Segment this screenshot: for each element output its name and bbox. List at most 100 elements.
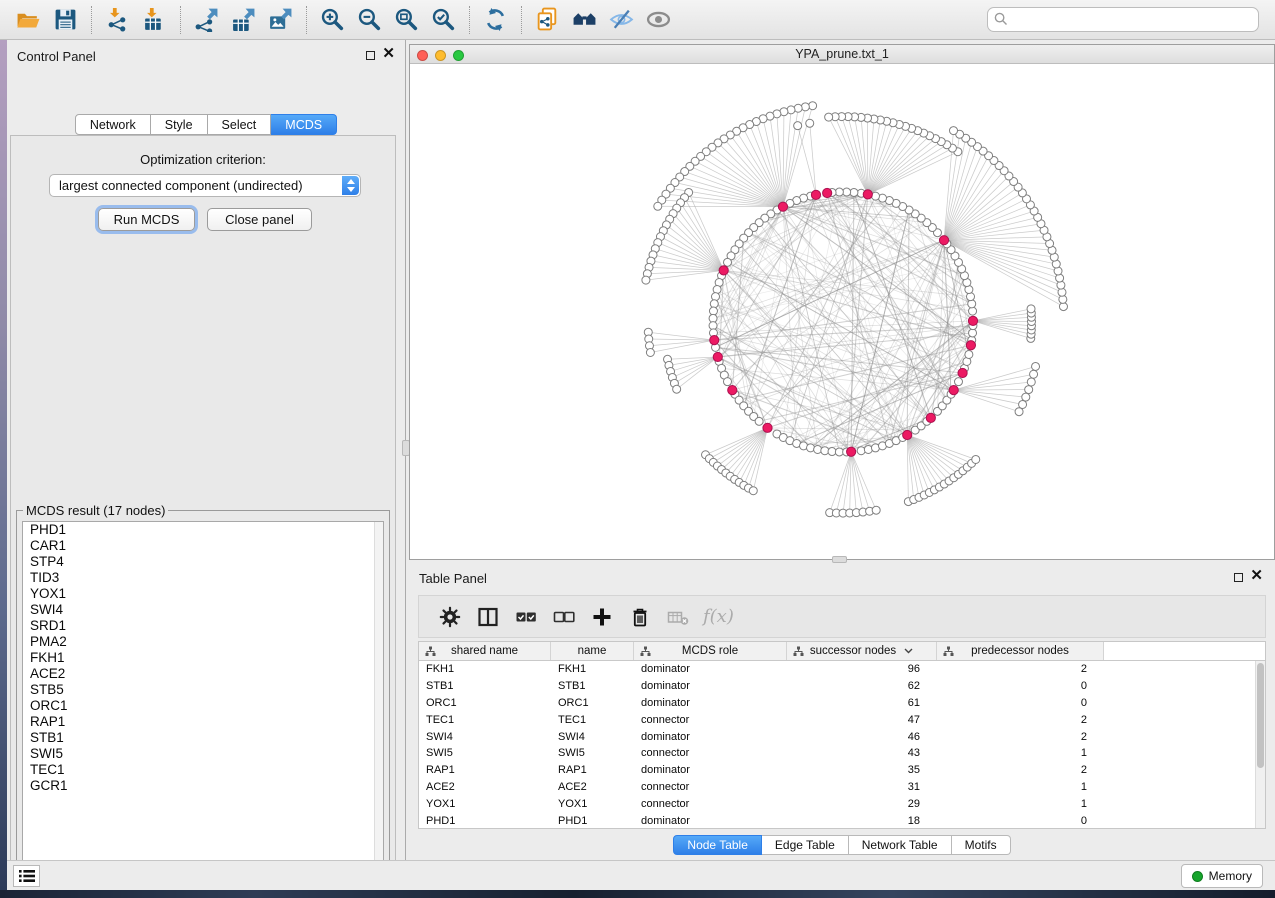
table-row[interactable]: STB1STB1dominator620 [419, 678, 1265, 695]
table-row[interactable]: SWI5SWI5connector431 [419, 745, 1265, 762]
mcds-result-item[interactable]: STB1 [23, 730, 383, 746]
mcds-node[interactable] [823, 188, 832, 197]
mcds-result-item[interactable]: ORC1 [23, 698, 383, 714]
tab-edge-table[interactable]: Edge Table [762, 835, 849, 855]
column-header-name[interactable]: name [551, 642, 634, 660]
table-scrollbar[interactable] [1255, 661, 1265, 828]
mcds-node[interactable] [958, 368, 967, 377]
cell: SWI4 [419, 728, 551, 745]
table-row[interactable]: ORC1ORC1dominator610 [419, 695, 1265, 712]
open-file-icon[interactable] [10, 4, 47, 36]
import-table-icon[interactable] [136, 4, 173, 36]
mcds-result-item[interactable]: TID3 [23, 570, 383, 586]
column-header-predecessor-nodes[interactable]: predecessor nodes [937, 642, 1104, 660]
export-image-icon[interactable] [262, 4, 299, 36]
mcds-node[interactable] [811, 190, 820, 199]
mcds-node[interactable] [778, 202, 787, 211]
tab-network-table[interactable]: Network Table [849, 835, 952, 855]
binoculars-icon[interactable] [566, 4, 603, 36]
table-row[interactable]: RAP1RAP1dominator352 [419, 762, 1265, 779]
select-all-icon[interactable] [507, 600, 545, 634]
network-graph[interactable] [410, 64, 1274, 559]
network-canvas[interactable] [410, 64, 1274, 559]
table-splitter-handle[interactable] [832, 556, 847, 563]
mcds-list-scrollbar[interactable] [374, 522, 383, 871]
tab-select[interactable]: Select [208, 114, 272, 135]
gear-icon[interactable] [431, 600, 469, 634]
tab-style[interactable]: Style [151, 114, 208, 135]
add-column-icon[interactable] [583, 600, 621, 634]
mcds-result-item[interactable]: TEC1 [23, 762, 383, 778]
zoom-out-icon[interactable] [351, 4, 388, 36]
refresh-view-icon[interactable] [477, 4, 514, 36]
mcds-result-item[interactable]: SWI5 [23, 746, 383, 762]
zoom-in-icon[interactable] [314, 4, 351, 36]
table-scrollbar-thumb[interactable] [1257, 663, 1264, 768]
float-table-panel-icon[interactable] [1234, 573, 1243, 582]
function-builder-icon: f(x) [703, 606, 734, 627]
close-table-panel-icon[interactable]: ✕ [1250, 567, 1263, 585]
save-session-icon[interactable] [47, 4, 84, 36]
mcds-node[interactable] [939, 236, 948, 245]
tab-mcds[interactable]: MCDS [271, 114, 337, 135]
mcds-result-item[interactable]: ACE2 [23, 666, 383, 682]
network-window-titlebar[interactable]: YPA_prune.txt_1 [410, 45, 1274, 64]
zoom-selected-icon[interactable] [425, 4, 462, 36]
export-network-icon[interactable] [188, 4, 225, 36]
tab-motifs[interactable]: Motifs [952, 835, 1011, 855]
mcds-node[interactable] [763, 423, 772, 432]
mcds-result-item[interactable]: YOX1 [23, 586, 383, 602]
delete-column-icon[interactable] [621, 600, 659, 634]
export-table-icon[interactable] [225, 4, 262, 36]
memory-button[interactable]: Memory [1181, 864, 1263, 888]
cell: ORC1 [419, 695, 551, 712]
table-row[interactable]: YOX1YOX1connector291 [419, 795, 1265, 812]
mcds-result-item[interactable]: SWI4 [23, 602, 383, 618]
deselect-all-icon[interactable] [545, 600, 583, 634]
column-header-shared-name[interactable]: shared name [419, 642, 551, 660]
mcds-result-item[interactable]: FKH1 [23, 650, 383, 666]
mcds-result-item[interactable]: SRD1 [23, 618, 383, 634]
mcds-result-item[interactable]: STB5 [23, 682, 383, 698]
mcds-node[interactable] [847, 447, 856, 456]
mcds-result-item[interactable]: PHD1 [23, 522, 383, 538]
table-row[interactable]: FKH1FKH1dominator962 [419, 661, 1265, 678]
mcds-node[interactable] [710, 335, 719, 344]
run-mcds-button[interactable]: Run MCDS [98, 208, 195, 231]
mcds-node[interactable] [728, 386, 737, 395]
mcds-node[interactable] [949, 386, 958, 395]
mcds-node[interactable] [968, 316, 977, 325]
tab-node-table[interactable]: Node Table [673, 835, 762, 855]
mcds-result-item[interactable]: RAP1 [23, 714, 383, 730]
zoom-fit-icon[interactable] [388, 4, 425, 36]
task-history-button[interactable] [13, 865, 40, 887]
mcds-result-item[interactable]: PMA2 [23, 634, 383, 650]
float-panel-icon[interactable] [366, 51, 375, 60]
mcds-node[interactable] [966, 341, 975, 350]
mcds-node[interactable] [719, 266, 728, 275]
close-panel-button[interactable]: Close panel [207, 208, 312, 231]
mcds-result-item[interactable]: STP4 [23, 554, 383, 570]
mcds-result-list[interactable]: PHD1CAR1STP4TID3YOX1SWI4SRD1PMA2FKH1ACE2… [22, 521, 384, 872]
mcds-node[interactable] [863, 190, 872, 199]
mcds-result-item[interactable]: GCR1 [23, 778, 383, 794]
optimization-criterion-select[interactable]: largest connected component (undirected) [49, 174, 361, 197]
mcds-result-item[interactable]: CAR1 [23, 538, 383, 554]
close-panel-icon[interactable]: ✕ [382, 45, 395, 63]
mcds-node[interactable] [926, 413, 935, 422]
share-document-icon[interactable] [529, 4, 566, 36]
search-input[interactable] [987, 7, 1259, 32]
tab-network[interactable]: Network [75, 114, 151, 135]
table-row[interactable]: SWI4SWI4dominator462 [419, 728, 1265, 745]
import-network-icon[interactable] [99, 4, 136, 36]
table-row[interactable]: PHD1PHD1dominator180 [419, 812, 1265, 829]
column-header-successor-nodes[interactable]: successor nodes [787, 642, 937, 660]
mcds-node[interactable] [713, 352, 722, 361]
table-row[interactable]: TEC1TEC1connector472 [419, 711, 1265, 728]
hide-panels-icon[interactable] [603, 4, 640, 36]
split-columns-icon[interactable] [469, 600, 507, 634]
column-header-MCDS-role[interactable]: MCDS role [634, 642, 787, 660]
bird-eye-icon[interactable] [640, 4, 677, 36]
mcds-node[interactable] [903, 430, 912, 439]
table-row[interactable]: ACE2ACE2connector311 [419, 779, 1265, 796]
